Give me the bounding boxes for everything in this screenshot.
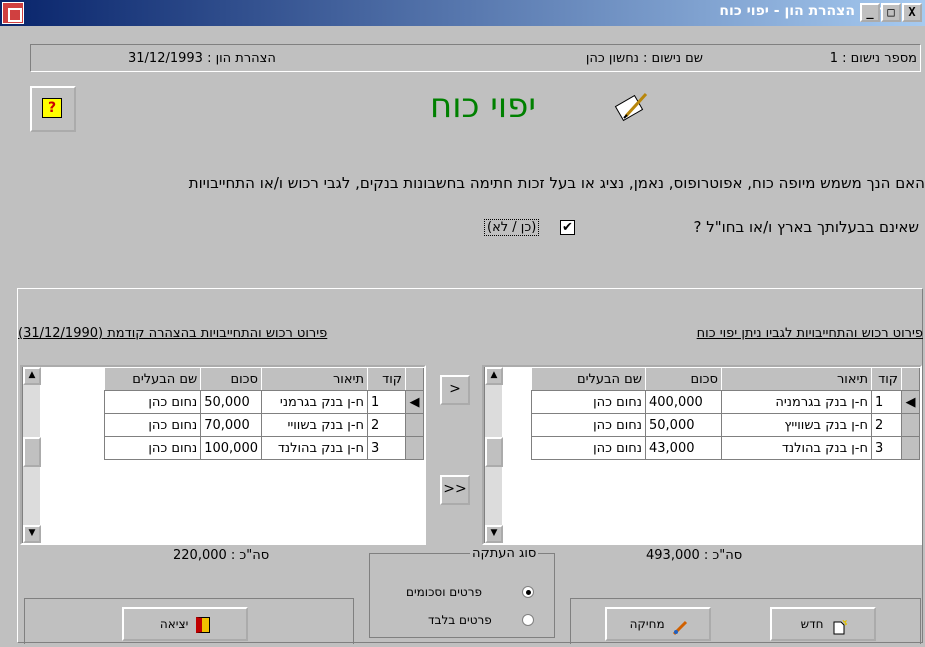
table-row[interactable]: 2 ח-ן בנק בשוויי 70,000 נחום כהן [104,413,424,437]
help-button[interactable]: ? [30,86,76,132]
page-title: יפוי כוח [430,86,536,126]
new-button-label: חדש [800,617,824,631]
cell-owner[interactable]: נחום כהן [104,436,202,460]
new-button[interactable]: חדש [770,607,876,641]
radio-details-amounts[interactable] [522,586,534,598]
eraser-icon [672,617,688,635]
cell-code[interactable]: 2 [367,413,406,437]
row-pointer-icon: ◀ [405,390,424,414]
cell-amount[interactable]: 70,000 [200,413,262,437]
exit-button[interactable]: יציאה [122,607,248,641]
minimize-button[interactable]: _ [860,3,880,22]
right-grid-label: פירוט רכוש והתחייבויות לגביו ניתן יפוי כ… [696,326,923,341]
cell-amount[interactable]: 50,000 [645,413,722,437]
cell-code[interactable]: 1 [871,390,902,414]
row-selector[interactable] [901,436,920,460]
scroll-thumb[interactable] [23,437,41,467]
col-owner: שם הבעלים [104,367,202,391]
col-owner: שם הבעלים [531,367,646,391]
table-row[interactable]: 3 ח-ן בנק בהולנד 43,000 נחום כהן [531,436,920,460]
col-code: קוד [367,367,406,391]
scroll-thumb[interactable] [485,437,503,467]
col-amount: סכום [645,367,722,391]
cell-desc[interactable]: ח-ן בנק בהולנד [721,436,872,460]
table-row[interactable]: ◀ 1 ח-ן בנק בגרמני 50,000 נחום כהן [104,390,424,414]
app-icon[interactable] [2,2,24,24]
cell-amount[interactable]: 400,000 [645,390,722,414]
cell-owner[interactable]: נחום כהן [531,436,646,460]
cell-amount[interactable]: 43,000 [645,436,722,460]
row-selector-header [405,367,424,391]
cell-owner[interactable]: נחום כהן [531,413,646,437]
row-selector[interactable] [901,413,920,437]
new-document-icon [831,617,849,634]
cell-desc[interactable]: ח-ן בנק בהולנד [261,436,368,460]
col-amount: סכום [200,367,262,391]
col-code: קוד [871,367,902,391]
table-row[interactable]: 3 ח-ן בנק בהולנד 100,000 נחום כהן [104,436,424,460]
copy-all-button[interactable]: >> [440,475,470,505]
question-line-2: שאינם בבעלותך בארץ ו/או בחו"ל ? [693,218,919,236]
col-desc: תיאור [721,367,872,391]
cell-amount[interactable]: 100,000 [200,436,262,460]
scroll-up-button[interactable]: ▲ [23,367,41,385]
pen-paper-icon [612,88,652,136]
exit-button-label: יציאה [159,617,189,631]
delete-button[interactable]: מחיקה [605,607,711,641]
cell-desc[interactable]: ח-ן בנק בגרמני [261,390,368,414]
scroll-down-button[interactable]: ▼ [485,525,503,543]
yes-no-checkbox[interactable]: ✔ [560,220,575,235]
copy-one-button[interactable]: > [440,375,470,405]
copy-type-title: סוג העתקה [470,546,539,561]
close-button[interactable]: X [902,3,922,22]
right-grid[interactable]: קוד תיאור סכום שם הבעלים ◀ 1 ח-ן בנק בגר… [482,365,922,545]
left-grid[interactable]: קוד תיאור סכום שם הבעלים ◀ 1 ח-ן בנק בגר… [20,365,426,545]
delete-button-label: מחיקה [629,617,665,631]
left-grid-scrollbar[interactable]: ▲ ▼ [22,367,41,543]
door-icon [196,616,211,633]
left-grid-total: סה"כ : 220,000 [173,548,270,563]
cell-code[interactable]: 3 [367,436,406,460]
table-row[interactable]: ◀ 1 ח-ן בנק בגרמניה 400,000 נחום כהן [531,390,920,414]
row-selector[interactable] [405,413,424,437]
cell-code[interactable]: 1 [367,390,406,414]
radio-details-only-label: פרטים בלבד [428,613,492,627]
scroll-down-button[interactable]: ▼ [23,525,41,543]
row-pointer-icon: ◀ [901,390,920,414]
maximize-button[interactable]: □ [881,3,901,22]
capital-declaration-date: הצהרת הון : 31/12/1993 [128,51,276,66]
yes-no-label: (כן / לא) [484,219,540,236]
reg-name: שם נישום : נחשון כהן [585,51,703,66]
cell-desc[interactable]: ח-ן בנק בשוויי [261,413,368,437]
table-row[interactable]: 2 ח-ן בנק בשווייץ 50,000 נחום כהן [531,413,920,437]
right-grid-scrollbar[interactable]: ▲ ▼ [484,367,503,543]
help-icon: ? [42,98,62,118]
cell-desc[interactable]: ח-ן בנק בגרמניה [721,390,872,414]
cell-owner[interactable]: נחום כהן [104,390,202,414]
question-line-1: האם הנך משמש מיופה כוח, אפוטרופוס, נאמן,… [188,174,925,192]
right-grid-total: סה"כ : 493,000 [646,548,743,563]
row-selector[interactable] [405,436,424,460]
cell-code[interactable]: 2 [871,413,902,437]
col-desc: תיאור [261,367,368,391]
left-grid-label: פירוט רכוש והתחייבויות בהצהרה קודמת (31/… [18,326,328,341]
cell-desc[interactable]: ח-ן בנק בשווייץ [721,413,872,437]
cell-amount[interactable]: 50,000 [200,390,262,414]
scroll-up-button[interactable]: ▲ [485,367,503,385]
cell-owner[interactable]: נחום כהן [531,390,646,414]
cell-owner[interactable]: נחום כהן [104,413,202,437]
radio-details-only[interactable] [522,614,534,626]
row-selector-header [901,367,920,391]
radio-details-amounts-label: פרטים וסכומים [406,585,482,599]
cell-code[interactable]: 3 [871,436,902,460]
reg-number: מספר נישום : 1 [829,51,917,66]
